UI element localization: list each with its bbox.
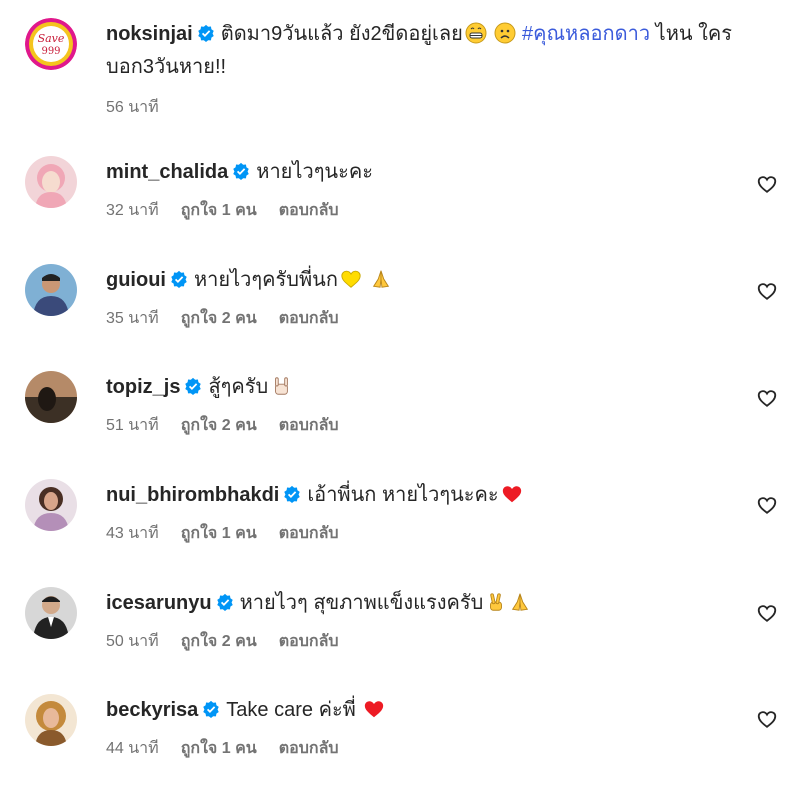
reply-button[interactable]: ตอบกลับ [279,629,339,654]
likes-count-button[interactable]: ถูกใจ 1 คน [181,198,257,223]
hashtag-link[interactable]: #คุณหลอกดาว [522,23,650,45]
like-heart-icon[interactable] [756,173,778,195]
avatar[interactable] [25,479,77,531]
username[interactable]: icesarunyu [106,592,212,614]
like-heart-icon[interactable] [756,280,778,302]
avatar[interactable]: Save 999 [25,18,77,70]
like-heart-icon[interactable] [756,387,778,409]
comment-text: เอ้าพี่นก หายไวๆนะคะ [307,484,499,506]
folded-hands-emoji [509,591,531,613]
likes-count-button[interactable]: ถูกใจ 2 คน [181,629,257,654]
comment-text: หายไวๆ สุขภาพแข็งแรงครับ [239,592,484,614]
verified-badge-icon [197,24,215,42]
reply-button[interactable]: ตอบกลับ [279,306,339,331]
svg-text:Save: Save [38,32,65,45]
comment-time: 51 นาที [106,417,159,434]
reply-button[interactable]: ตอบกลับ [279,413,339,438]
comment-text: Take care ค่ะพี่ [226,699,356,721]
victory-hand-emoji [485,591,507,613]
worried-emoji [494,22,516,44]
verified-badge-icon [283,485,301,503]
username[interactable]: beckyrisa [106,699,198,721]
red-heart-emoji [501,483,523,505]
comment-time: 44 นาที [106,740,159,757]
svg-text:999: 999 [41,46,60,57]
grimace-emoji [465,22,487,44]
comment-text: หายไวๆนะคะ [256,161,373,183]
comment-text: หายไวๆครับพี่นก [193,269,338,291]
verified-badge-icon [184,377,202,395]
reply-button[interactable]: ตอบกลับ [279,198,339,223]
verified-badge-icon [170,270,188,288]
username[interactable]: topiz_js [106,376,180,398]
username[interactable]: mint_chalida [106,161,228,183]
likes-count-button[interactable]: ถูกใจ 1 คน [181,521,257,546]
reply-button[interactable]: ตอบกลับ [279,521,339,546]
avatar[interactable] [25,371,77,423]
comment-time: 35 นาที [106,310,159,327]
verified-badge-icon [202,700,220,718]
reply-button[interactable]: ตอบกลับ [279,736,339,761]
comment-text: สู้ๆครับ [208,376,269,398]
like-heart-icon[interactable] [756,602,778,624]
verified-badge-icon [232,162,250,180]
like-heart-icon[interactable] [756,708,778,730]
likes-count-button[interactable]: ถูกใจ 2 คน [181,413,257,438]
username[interactable]: noksinjai [106,23,193,45]
comment-time: 56 นาที [106,99,159,116]
avatar[interactable] [25,587,77,639]
comment-time: 32 นาที [106,202,159,219]
comment-time: 43 นาที [106,525,159,542]
folded-hands-emoji [370,268,392,290]
yellow-heart-emoji [340,268,362,290]
red-heart-emoji [363,698,385,720]
like-heart-icon[interactable] [756,494,778,516]
likes-count-button[interactable]: ถูกใจ 2 คน [181,306,257,331]
username[interactable]: nui_bhirombhakdi [106,484,279,506]
verified-badge-icon [216,593,234,611]
username[interactable]: guioui [106,269,166,291]
avatar[interactable] [25,156,77,208]
comment-time: 50 นาที [106,633,159,650]
avatar[interactable] [25,694,77,746]
likes-count-button[interactable]: ถูกใจ 1 คน [181,736,257,761]
comment-text: ติดมา9วันแล้ว ยัง2ขีดอยู่เลย [220,23,463,45]
avatar[interactable] [25,264,77,316]
rock-hand-emoji [270,375,292,397]
